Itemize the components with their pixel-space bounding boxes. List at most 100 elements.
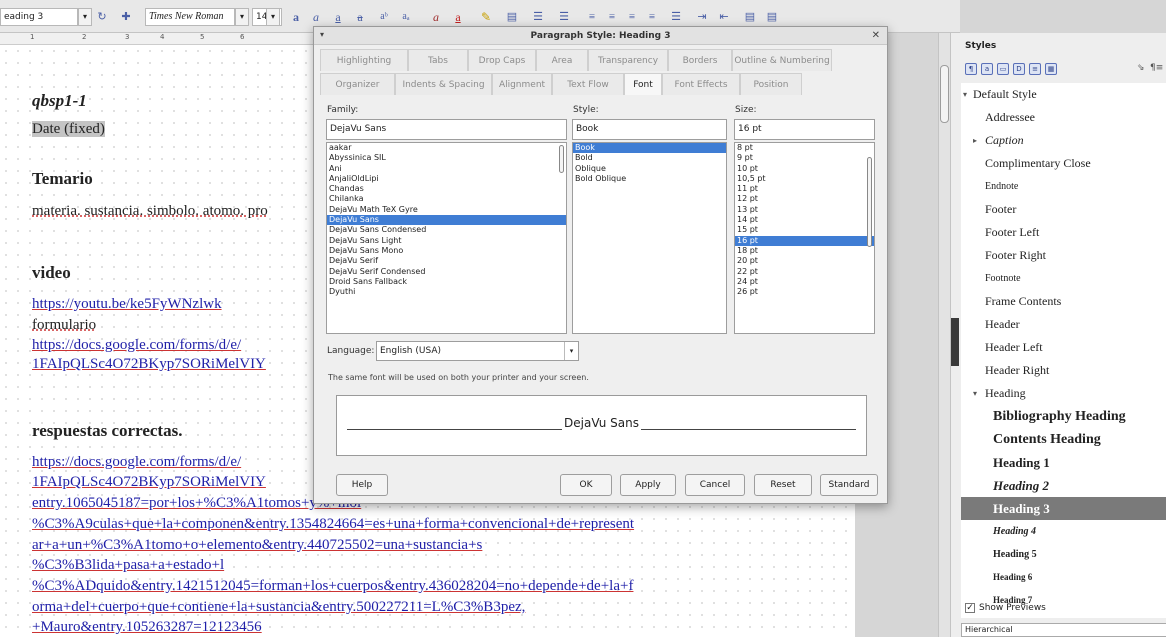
family-list-item[interactable]: Chandas (327, 184, 566, 194)
doc-resp-line[interactable]: entry.1065045187=por+los+%C3%A1tomos+y%+… (32, 495, 361, 512)
table-styles-icon[interactable]: ▦ (1045, 63, 1057, 75)
underline-icon[interactable]: a (330, 7, 346, 27)
cancel-button[interactable]: Cancel (685, 474, 745, 496)
line-spacing-icon[interactable]: ☰ (668, 7, 684, 27)
align-right-icon[interactable]: ≡ (624, 7, 640, 27)
size-list-item[interactable]: 8 pt (735, 143, 874, 153)
para-spacing-icon[interactable]: ▤ (742, 7, 758, 27)
frame-styles-icon[interactable]: ▭ (997, 63, 1009, 75)
italic-icon[interactable]: a (308, 7, 324, 27)
show-previews-row[interactable]: ✓ Show Previews (965, 601, 1046, 615)
style-item-header-left[interactable]: Header Left (961, 336, 1166, 359)
style-list[interactable]: Book Bold Oblique Bold Oblique (572, 142, 727, 334)
reset-button[interactable]: Reset (754, 474, 812, 496)
style-input[interactable]: Book (572, 119, 727, 140)
close-icon[interactable]: ✕ (872, 27, 880, 45)
chevron-down-icon[interactable]: ▾ (564, 342, 578, 360)
family-list-item[interactable]: Abyssinica SIL (327, 153, 566, 163)
size-list-item[interactable]: 14 pt (735, 215, 874, 225)
tab-transparency[interactable]: Transparency (588, 49, 668, 71)
style-item-heading-2[interactable]: Heading 2 (961, 474, 1166, 497)
size-list-item[interactable]: 13 pt (735, 205, 874, 215)
doc-form-link-2[interactable]: 1FAIpQLSc4O72BKyp7SORiMelVIY (32, 356, 266, 373)
tab-borders[interactable]: Borders (668, 49, 732, 71)
family-list-item[interactable]: Chilanka (327, 194, 566, 204)
tab-text-flow[interactable]: Text Flow (552, 73, 624, 95)
style-item-default-style[interactable]: ▾ Default Style (961, 83, 1166, 106)
style-list-item[interactable]: Book (573, 143, 726, 154)
sidebar-collapse-handle[interactable] (951, 318, 959, 366)
apply-button[interactable]: Apply (620, 474, 676, 496)
ok-button[interactable]: OK (560, 474, 612, 496)
style-item-footnote[interactable]: Footnote (961, 267, 1166, 290)
list-styles-icon[interactable]: ≡ (1029, 63, 1041, 75)
show-previews-checkbox[interactable]: ✓ (965, 602, 975, 613)
style-item-bibliography-heading[interactable]: Bibliography Heading (961, 405, 1166, 428)
family-input[interactable]: DejaVu Sans (326, 119, 567, 140)
size-list-item[interactable]: 20 pt (735, 256, 874, 266)
align-center-icon[interactable]: ≡ (604, 7, 620, 27)
new-style-menu-icon[interactable]: ¶≡ (1150, 63, 1163, 73)
doc-form-link-1[interactable]: https://docs.google.com/forms/d/e/ (32, 337, 241, 354)
style-item-caption[interactable]: ▸ Caption (961, 129, 1166, 152)
doc-resp-line[interactable]: %C3%A9culas+que+la+componen&entry.135482… (32, 516, 634, 533)
style-item-heading-5[interactable]: Heading 5 (961, 543, 1166, 566)
tab-font[interactable]: Font (624, 73, 662, 95)
new-style-icon[interactable]: ✚ (118, 7, 134, 27)
tab-highlighting[interactable]: Highlighting (320, 49, 408, 71)
tab-organizer[interactable]: Organizer (320, 73, 395, 95)
style-item-heading-3[interactable]: Heading 3 (961, 497, 1166, 520)
tab-outline-numbering[interactable]: Outline & Numbering (732, 49, 832, 71)
size-list-scrollbar[interactable] (867, 157, 872, 247)
character-styles-icon[interactable]: a (981, 63, 993, 75)
size-list-item[interactable]: 24 pt (735, 277, 874, 287)
tab-font-effects[interactable]: Font Effects (662, 73, 740, 95)
family-list-scrollbar[interactable] (559, 145, 564, 173)
tab-alignment[interactable]: Alignment (492, 73, 552, 95)
tab-area[interactable]: Area (536, 49, 588, 71)
style-list-item[interactable]: Bold Oblique (573, 174, 726, 184)
superscript-icon[interactable]: aᵇ (376, 7, 392, 27)
style-item-footer-right[interactable]: Footer Right (961, 244, 1166, 267)
family-list-item[interactable]: DejaVu Serif (327, 256, 566, 266)
style-item-contents-heading[interactable]: Contents Heading (961, 428, 1166, 451)
family-list-item[interactable]: aakar (327, 143, 566, 153)
size-list-item[interactable]: 11 pt (735, 184, 874, 194)
size-list-item[interactable]: 16 pt (735, 235, 874, 246)
highlight-icon[interactable]: ✎ (478, 7, 494, 27)
family-list-item[interactable]: Droid Sans Fallback (327, 277, 566, 287)
expand-arrow-icon[interactable]: ▾ (963, 83, 967, 106)
style-item-header[interactable]: Header (961, 313, 1166, 336)
horizontal-ruler[interactable]: 1 2 3 4 5 6 (0, 33, 315, 45)
doc-resp-line[interactable]: 1FAIpQLSc4O72BKyp7SORiMelVIY (32, 474, 266, 491)
size-list-item[interactable]: 10,5 pt (735, 174, 874, 184)
size-list-item[interactable]: 9 pt (735, 153, 874, 163)
subscript-icon[interactable]: aₐ (398, 7, 414, 27)
size-list-item[interactable]: 10 pt (735, 164, 874, 174)
decrease-indent-icon[interactable]: ⇤ (716, 7, 732, 27)
style-item-complimentary-close[interactable]: Complimentary Close (961, 152, 1166, 175)
scrollbar-thumb[interactable] (940, 65, 949, 123)
justify-icon[interactable]: ≡ (644, 7, 660, 27)
size-input[interactable]: 16 pt (734, 119, 875, 140)
doc-resp-line[interactable]: orma+del+cuerpo+que+contiene+la+sustanci… (32, 599, 525, 616)
size-list-item[interactable]: 12 pt (735, 194, 874, 204)
increase-indent-icon[interactable]: ⇥ (694, 7, 710, 27)
font-name-box[interactable]: Times New Roman (145, 8, 235, 26)
style-item-footer[interactable]: Footer (961, 198, 1166, 221)
clear-formatting-icon[interactable]: a (428, 7, 444, 27)
style-item-heading-4[interactable]: Heading 4 (961, 520, 1166, 543)
family-list-item[interactable]: DejaVu Sans Condensed (327, 225, 566, 235)
font-color-icon[interactable]: a (450, 7, 466, 27)
doc-video-link[interactable]: https://youtu.be/ke5FyWNzlwk (32, 296, 222, 313)
bullets-icon[interactable]: ☰ (530, 7, 546, 27)
window-menu-icon[interactable]: ▾ (320, 27, 324, 43)
page-styles-icon[interactable]: D (1013, 63, 1025, 75)
style-item-header-right[interactable]: Header Right (961, 359, 1166, 382)
family-list-item[interactable]: DejaVu Sans Mono (327, 246, 566, 256)
style-item-heading-6[interactable]: Heading 6 (961, 566, 1166, 589)
paragraph-styles-icon[interactable]: ¶ (965, 63, 977, 75)
para-spacing-2-icon[interactable]: ▤ (764, 7, 780, 27)
collapse-arrow-icon[interactable]: ▸ (973, 129, 977, 152)
fill-format-icon[interactable]: ⇘ (1137, 63, 1145, 73)
